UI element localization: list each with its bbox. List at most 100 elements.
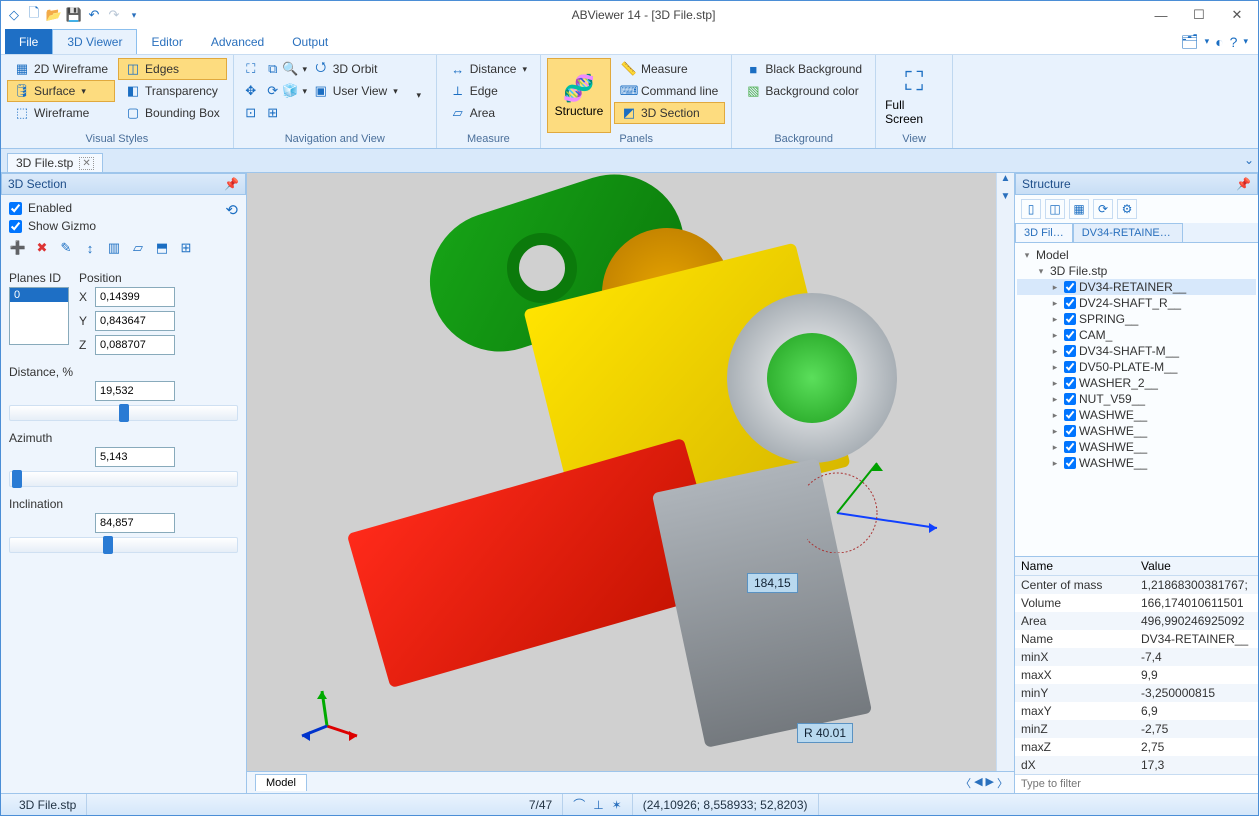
model-tab[interactable]: Model — [255, 774, 307, 791]
tree-checkbox[interactable] — [1064, 297, 1076, 309]
tree-checkbox[interactable] — [1064, 361, 1076, 373]
chevron-right-icon[interactable]: ▸ — [1049, 330, 1061, 341]
tab-3d-viewer[interactable]: 3D Viewer — [52, 29, 137, 54]
tree-checkbox[interactable] — [1064, 329, 1076, 341]
chk-gizmo[interactable] — [9, 220, 22, 233]
tree-checkbox[interactable] — [1064, 377, 1076, 389]
btn-command-line[interactable]: ⌨Command line — [614, 80, 725, 102]
viewport-scrollbar[interactable]: ▲ ▼ — [996, 173, 1014, 771]
btn-zoom-extents[interactable]: ⛶ — [240, 58, 262, 80]
chevron-down-icon[interactable]: ▾ — [1035, 266, 1047, 277]
new-icon[interactable]: 🗋 — [25, 6, 43, 24]
btn-surface[interactable]: 🛢Surface▾ — [7, 80, 115, 102]
tree-item[interactable]: ▸WASHWE__ — [1017, 407, 1256, 423]
input-inclination[interactable] — [95, 513, 175, 533]
tree-item[interactable]: ▸DV50-PLATE-M__ — [1017, 359, 1256, 375]
tool3-icon[interactable]: ✎ — [57, 239, 75, 257]
property-row[interactable]: minZ-2,75 — [1015, 720, 1258, 738]
tree-checkbox[interactable] — [1064, 409, 1076, 421]
structure-tab[interactable]: DV34-RETAINER… — [1073, 223, 1183, 242]
style-icon[interactable]: ◐ — [1215, 34, 1223, 50]
btn-bounding-box[interactable]: ▢Bounding Box — [118, 102, 227, 124]
chevron-right-icon[interactable]: ▸ — [1049, 362, 1061, 373]
btn-zoom[interactable]: 🔍▾ — [284, 58, 306, 80]
property-row[interactable]: maxY6,9 — [1015, 702, 1258, 720]
plane-row[interactable]: 0 — [10, 288, 68, 302]
add-plane-icon[interactable]: ➕ — [9, 239, 27, 257]
scroll-right-icon[interactable]: ▶ — [986, 775, 994, 791]
qat-dropdown-icon[interactable]: ▾ — [125, 6, 143, 24]
tab-advanced[interactable]: Advanced — [197, 29, 278, 54]
tree-checkbox[interactable] — [1064, 281, 1076, 293]
chevron-right-icon[interactable]: ▸ — [1049, 410, 1061, 421]
btn-3d-section[interactable]: ◩3D Section — [614, 102, 725, 124]
btn-view-cube[interactable]: 🧊▾ — [284, 80, 306, 102]
remove-plane-icon[interactable]: ✖ — [33, 239, 51, 257]
slider-azimuth[interactable] — [9, 471, 238, 487]
btn-user-view[interactable]: ▣User View▾ — [306, 80, 405, 102]
property-row[interactable]: minY-3,250000815 — [1015, 684, 1258, 702]
tree-checkbox[interactable] — [1064, 345, 1076, 357]
3d-viewport[interactable]: 184,15 R 40.01 — [247, 173, 996, 771]
tree-item[interactable]: ▸CAM_ — [1017, 327, 1256, 343]
chevron-down-icon[interactable]: ▾ — [1021, 250, 1033, 261]
chevron-right-icon[interactable]: ▸ — [1049, 442, 1061, 453]
close-tab-icon[interactable]: ✕ — [79, 157, 93, 170]
planes-list[interactable]: 0 — [9, 287, 69, 345]
btn-distance[interactable]: ↔Distance▾ — [443, 58, 534, 80]
tool-d-icon[interactable]: ⟳ — [1093, 199, 1113, 219]
recent-icon[interactable]: 🗂 — [1181, 33, 1199, 50]
tree-item[interactable]: ▸WASHER_2__ — [1017, 375, 1256, 391]
btn-rotate[interactable]: ⟳ — [262, 80, 284, 102]
tree-item[interactable]: ▸WASHWE__ — [1017, 439, 1256, 455]
scroll-up-icon[interactable]: ▲ — [997, 173, 1014, 191]
tree-item[interactable]: ▸DV34-SHAFT-M__ — [1017, 343, 1256, 359]
tree-checkbox[interactable] — [1064, 441, 1076, 453]
btn-edge[interactable]: ⟂Edge — [443, 80, 534, 102]
property-row[interactable]: Center of mass1,21868300381767; — [1015, 576, 1258, 594]
btn-bg-color[interactable]: ▧Background color — [738, 80, 869, 102]
btn-black-bg[interactable]: ■Black Background — [738, 58, 869, 80]
tool4-icon[interactable]: ↕ — [81, 239, 99, 257]
chevron-right-icon[interactable]: ▸ — [1049, 394, 1061, 405]
property-row[interactable]: NameDV34-RETAINER__ — [1015, 630, 1258, 648]
btn-pan[interactable]: ✥ — [240, 80, 262, 102]
undo-icon[interactable]: ↶ — [85, 6, 103, 24]
btn-edges[interactable]: ◫Edges — [118, 58, 227, 80]
scroll-left-icon[interactable]: ◀ — [974, 775, 982, 791]
tool-c-icon[interactable]: ▦ — [1069, 199, 1089, 219]
save-icon[interactable]: 💾 — [65, 6, 83, 24]
help-icon[interactable]: ? — [1230, 34, 1238, 50]
app-icon[interactable]: ◇ — [5, 6, 23, 24]
property-row[interactable]: maxZ2,75 — [1015, 738, 1258, 756]
pin-icon[interactable]: 📌 — [224, 177, 239, 191]
ribbon-collapse-icon[interactable]: ⌄ — [1244, 153, 1254, 167]
tree-item[interactable]: ▸NUT_V59__ — [1017, 391, 1256, 407]
tree-checkbox[interactable] — [1064, 457, 1076, 469]
tool6-icon[interactable]: ▱ — [129, 239, 147, 257]
chevron-right-icon[interactable]: ▸ — [1049, 426, 1061, 437]
structure-tree[interactable]: ▾Model ▾3D File.stp ▸DV34-RETAINER__▸DV2… — [1015, 243, 1258, 556]
input-azimuth[interactable] — [95, 447, 175, 467]
input-x[interactable] — [95, 287, 175, 307]
tab-output[interactable]: Output — [278, 29, 342, 54]
toggle-section-icon[interactable]: ⟲ — [225, 201, 238, 219]
btn-zoom-window[interactable]: ⧉ — [262, 58, 284, 80]
tree-item[interactable]: ▸WASHWE__ — [1017, 423, 1256, 439]
btn-structure-panel[interactable]: 🧬 Structure — [547, 58, 611, 133]
property-row[interactable]: minX-7,4 — [1015, 648, 1258, 666]
tree-checkbox[interactable] — [1064, 425, 1076, 437]
scroll-next-icon[interactable]: 〉 — [997, 775, 1008, 791]
input-z[interactable] — [95, 335, 175, 355]
slider-distance[interactable] — [9, 405, 238, 421]
tree-item[interactable]: ▸SPRING__ — [1017, 311, 1256, 327]
tool5-icon[interactable]: ▥ — [105, 239, 123, 257]
btn-3d-orbit[interactable]: ⭯3D Orbit — [306, 58, 385, 80]
tree-checkbox[interactable] — [1064, 313, 1076, 325]
property-row[interactable]: dX17,3 — [1015, 756, 1258, 774]
open-icon[interactable]: 📂 — [45, 6, 63, 24]
chevron-right-icon[interactable]: ▸ — [1049, 458, 1061, 469]
tree-item[interactable]: ▸DV24-SHAFT_R__ — [1017, 295, 1256, 311]
tree-item[interactable]: ▸WASHWE__ — [1017, 455, 1256, 471]
btn-full-screen[interactable]: ⛶ Full Screen — [882, 58, 946, 133]
